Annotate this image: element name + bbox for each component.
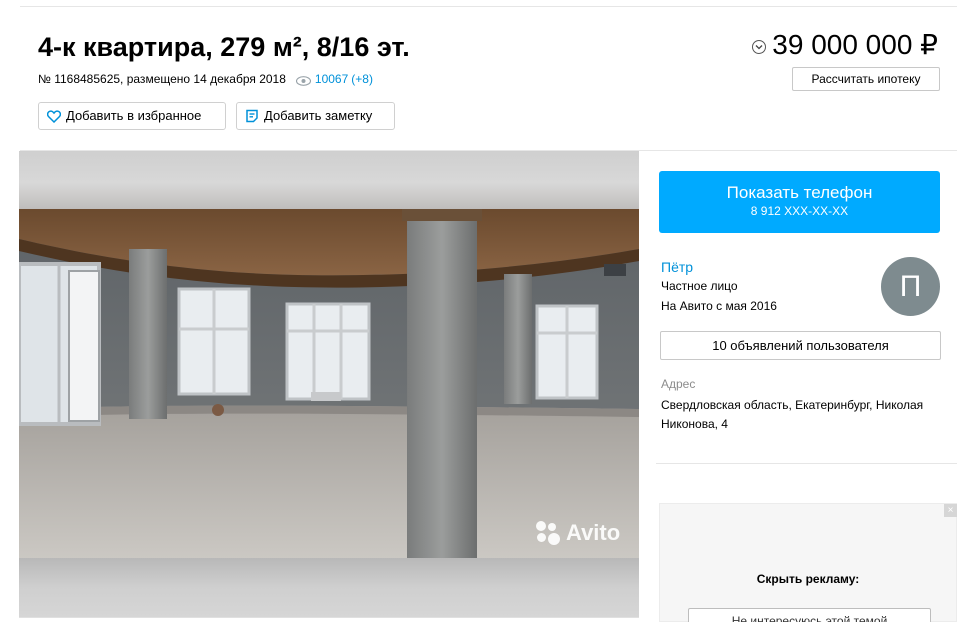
calculate-mortgage-button[interactable]: Рассчитать ипотеку	[792, 67, 940, 91]
views-delta: (+8)	[351, 72, 373, 86]
right-column-divider	[656, 463, 957, 464]
top-divider	[20, 6, 957, 7]
gallery-blur-top	[19, 151, 639, 209]
add-to-favorites-label: Добавить в избранное	[66, 108, 202, 123]
price-block: 39 000 000 ₽	[752, 28, 938, 62]
add-note-button[interactable]: Добавить заметку	[236, 102, 395, 130]
ad-reason-button[interactable]: Не интересуюсь этой темой	[688, 608, 931, 622]
listing-number-date: № 1168485625, размещено 14 декабря 2018	[38, 72, 286, 86]
listing-meta: № 1168485625, размещено 14 декабря 2018 …	[38, 71, 373, 87]
watermark-text: Avito	[566, 520, 621, 545]
listing-photo	[19, 209, 639, 558]
avito-logo-icon	[536, 521, 560, 545]
show-phone-button[interactable]: Показать телефон 8 912 XXX-XX-XX	[659, 171, 940, 233]
seller-type: Частное лицо	[661, 279, 738, 293]
price: 39 000 000 ₽	[772, 29, 938, 60]
seller-name-link[interactable]: Пётр	[661, 259, 693, 275]
listing-title: 4-к квартира, 279 м², 8/16 эт.	[38, 32, 410, 62]
gallery-blur-bottom	[19, 558, 639, 617]
address-label: Адрес	[661, 377, 696, 391]
show-phone-label: Показать телефон	[726, 183, 873, 202]
seller-avatar[interactable]: П	[881, 257, 940, 316]
avito-watermark: Avito	[536, 520, 620, 546]
views-count[interactable]: 10067	[315, 71, 348, 87]
note-icon	[246, 109, 258, 123]
add-note-label: Добавить заметку	[264, 108, 373, 123]
heart-icon	[47, 109, 61, 123]
hide-ad-label: Скрыть рекламу:	[756, 572, 860, 586]
add-to-favorites-button[interactable]: Добавить в избранное	[38, 102, 226, 130]
photo-gallery[interactable]: Avito	[19, 151, 639, 617]
ad-placeholder	[659, 503, 957, 622]
masked-phone: 8 912 XXX-XX-XX	[750, 204, 849, 218]
address-value: Свердловская область, Екатеринбург, Нико…	[661, 398, 924, 431]
close-icon[interactable]: ×	[944, 504, 957, 517]
eye-icon	[295, 74, 312, 86]
gallery-bottom-divider	[19, 617, 639, 618]
user-listings-button[interactable]: 10 объявлений пользователя	[660, 331, 941, 360]
seller-since: На Авито с мая 2016	[661, 299, 777, 313]
chevron-down-icon[interactable]	[752, 40, 767, 54]
